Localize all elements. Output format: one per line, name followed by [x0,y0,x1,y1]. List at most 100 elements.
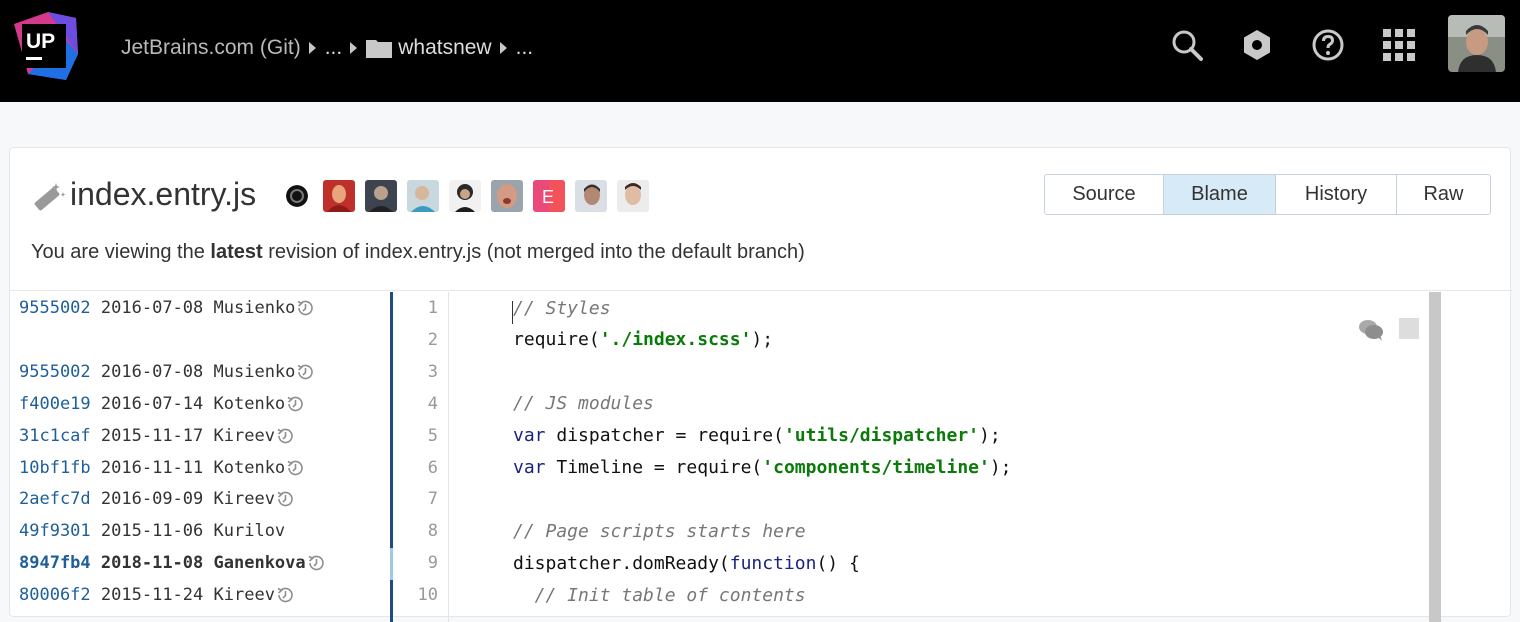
line-number[interactable]: 9 [428,547,438,579]
commit-author: Kurilov [203,521,286,542]
contributor-avatar[interactable] [575,180,607,212]
history-clock-icon[interactable] [296,299,314,317]
commit-date-value: 2016-07-08 [100,298,204,318]
commit-author: Musienko [203,361,296,382]
contributor-avatar[interactable]: E [533,180,565,212]
commit-author: Kireev [203,426,275,446]
history-clock-icon[interactable] [276,586,294,604]
code-comment: // JS modules [513,393,654,415]
history-clock-icon[interactable] [276,490,294,508]
line-number[interactable]: 10 [418,579,438,611]
tab-blame[interactable]: Blame [1164,175,1276,214]
history-clock-icon[interactable] [307,554,325,572]
user-avatar[interactable] [1448,15,1505,72]
commit-author-value: Kireev [213,425,275,446]
contributor-avatar[interactable] [365,180,397,212]
contributor-avatar[interactable] [491,180,523,212]
line-number[interactable]: 5 [428,420,438,452]
code-keyword: var [513,457,546,478]
commit-date: 2016-11-11 [91,458,203,478]
commit-hash-link[interactable]: f400e19 [19,394,91,414]
comments-icon[interactable] [1358,319,1384,341]
breadcrumb-folder[interactable]: whatsnew [398,36,491,60]
help-icon[interactable] [1311,28,1345,62]
commit-hash-link[interactable]: 80006f2 [19,585,91,605]
contributor-avatar[interactable] [407,180,439,212]
code-token: ); [751,329,774,351]
commit-date: 2016-07-14 [91,393,204,414]
tab-source[interactable]: Source [1045,175,1164,214]
apps-grid-icon[interactable] [1382,28,1416,62]
breadcrumb-ellipsis[interactable]: ... [325,36,343,60]
breadcrumb: JetBrains.com (Git) ... whatsnew ... [121,34,533,62]
commit-author: Kotenko [203,458,286,478]
history-clock-icon[interactable] [286,395,304,413]
breadcrumb-ellipsis-end[interactable]: ... [516,36,534,60]
commit-date: 2015-11-06 [91,521,204,542]
breadcrumb-project[interactable]: JetBrains.com (Git) [121,36,301,60]
contributor-avatar[interactable] [449,180,481,212]
commit-date: 2016-09-09 [91,489,204,510]
blame-row: 10bf1fb 2016-11-11 Kotenko [19,452,304,484]
svg-text:UP: UP [26,30,55,53]
line-number[interactable]: 8 [428,515,438,547]
commit-hash-link[interactable]: 49f9301 [19,521,91,541]
contributor-avatar[interactable] [286,185,308,207]
code-token: require( [513,329,600,351]
commit-hash-link[interactable]: 9555002 [19,298,91,318]
commit-author-value: Musienko [213,361,296,382]
code-view[interactable]: // Styles require('./index.scss'); // JS m… [450,292,1440,622]
commit-author: Kireev [203,489,275,509]
line-number[interactable]: 2 [428,324,438,356]
line-number[interactable]: 1 [428,292,438,324]
blame-row: 9555002 2016-07-08 Musienko [19,292,314,324]
commit-date: 2016-07-08 [91,362,203,382]
line-number[interactable]: 4 [428,388,438,420]
tab-raw[interactable]: Raw [1397,175,1490,214]
revision-info-prefix: You are viewing the [31,241,211,263]
code-line: // Styles [513,292,611,324]
history-clock-icon[interactable] [276,427,294,445]
code-string: './index.scss' [599,329,752,351]
commit-author-value: Kotenko [213,393,286,414]
minimap-marker[interactable] [1399,318,1419,339]
line-number[interactable]: 3 [428,356,438,388]
history-clock-icon[interactable] [296,363,314,381]
code-line: // Page scripts starts here [513,515,806,547]
history-clock-icon[interactable] [286,459,304,477]
tab-history[interactable]: History [1276,175,1397,214]
commit-hash-link[interactable]: 9555002 [19,362,91,382]
settings-icon[interactable] [1240,28,1274,62]
vertical-scrollbar[interactable] [1429,292,1441,622]
upsource-logo[interactable]: UP [8,10,80,82]
line-number[interactable]: 7 [428,483,438,515]
blame-row: 31c1caf 2015-11-17 Kireev [19,420,294,452]
commit-date-value: 2016-07-14 [100,393,204,414]
magic-wand-icon [34,183,66,211]
commit-hash-link[interactable]: 31c1caf [19,426,91,446]
blame-row: 80006f2 2015-11-24 Kireev [19,579,294,611]
commit-hash-link[interactable]: 8947fb4 [19,553,91,573]
revision-info-suffix: revision of index.entry.js (not merged i… [262,241,805,263]
commit-date: 2015-11-17 [91,426,203,446]
line-number[interactable]: 6 [428,452,438,484]
code-string: 'utils/dispatcher' [783,425,980,447]
file-name-title: index.entry.js [70,176,257,212]
code-comment: // Init table of contents [513,584,806,606]
line-number-gutter: 1 2 3 4 5 6 7 8 9 10 [393,292,449,622]
chevron-right-icon [308,42,316,54]
commit-date-value: 2018-11-08 [100,553,204,574]
code-comment: // Page scripts starts here [513,520,806,542]
blame-row: 2aefc7d 2016-09-09 Kireev [19,483,294,515]
commit-date-value: 2015-11-06 [100,521,204,542]
commit-hash-link[interactable]: 2aefc7d [19,489,91,509]
commit-date-value: 2016-09-09 [100,489,204,510]
search-icon[interactable] [1170,28,1204,62]
file-panel: index.entry.js E Source Blame History Ra… [9,147,1512,622]
contributor-avatar[interactable] [617,180,649,212]
contributor-avatar[interactable] [323,180,355,212]
code-token: ); [979,425,1001,447]
code-comment: // Styles [513,297,611,319]
commit-hash-link[interactable]: 10bf1fb [19,458,91,478]
commit-author-value: Kurilov [213,521,286,542]
